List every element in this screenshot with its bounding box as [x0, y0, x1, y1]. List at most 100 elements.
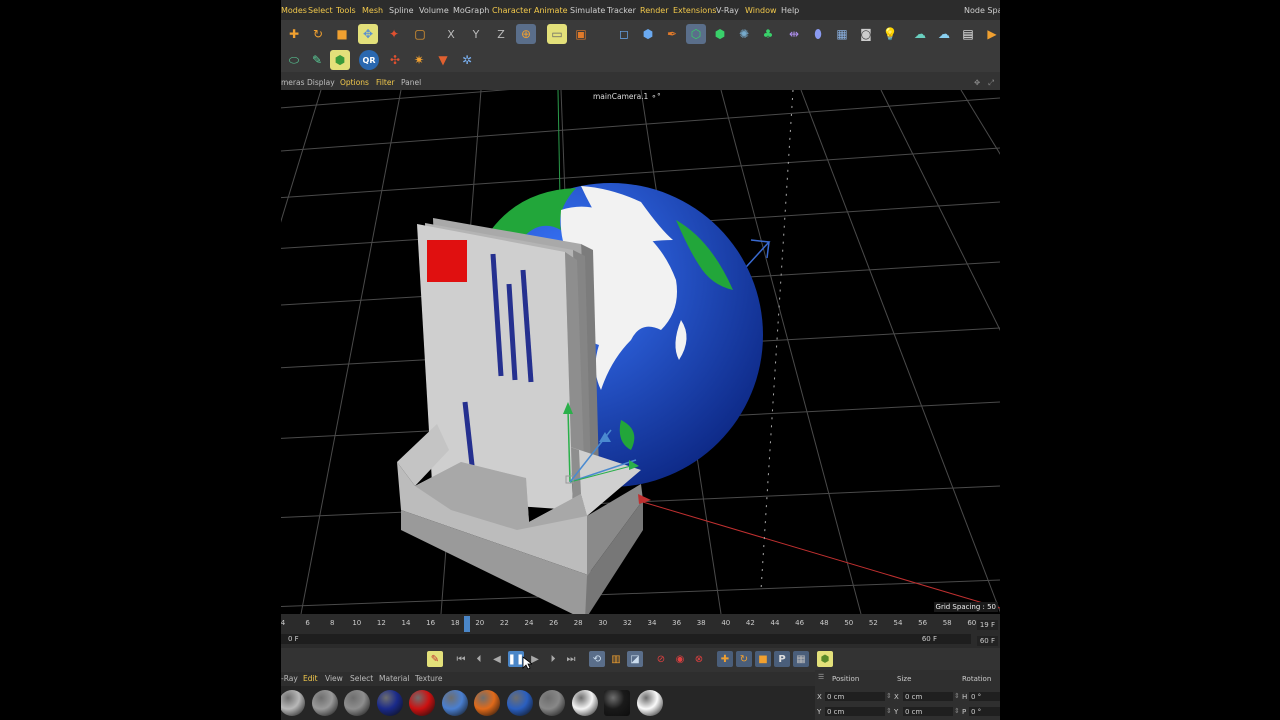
rectangle-spline-icon[interactable]: ⬮ — [808, 24, 828, 44]
prev-frame-icon[interactable]: ◀ — [489, 651, 505, 667]
cloud-icon[interactable]: ☁ — [910, 24, 930, 44]
pen-icon[interactable]: ✒ — [662, 24, 682, 44]
size-x-stepper-icon[interactable]: ⇕ — [954, 692, 960, 700]
keyframe-icon[interactable]: ⊗ — [691, 651, 707, 667]
menu-tracker[interactable]: Tracker — [607, 6, 636, 15]
next-key-icon[interactable]: ⏵ — [545, 651, 561, 667]
autokey-icon[interactable]: ◉ — [672, 651, 688, 667]
camera-icon[interactable]: ◙ — [856, 24, 876, 44]
particles-icon[interactable]: ✣ — [385, 50, 405, 70]
subdivision-icon[interactable]: ⬡ — [686, 24, 706, 44]
material-swatch[interactable] — [571, 690, 598, 716]
move-key-icon[interactable]: ✚ — [717, 651, 733, 667]
viewport-move-icon[interactable]: ✥ — [974, 78, 980, 87]
3d-viewport[interactable]: mainCamera.1 ⚬° Grid Spacing : 50 — [281, 90, 1000, 614]
material-swatch[interactable] — [441, 690, 468, 716]
material-menu-material[interactable]: Material — [379, 674, 409, 683]
loop-icon[interactable]: ⟲ — [589, 651, 605, 667]
cube-icon[interactable]: ◻ — [614, 24, 634, 44]
material-swatch[interactable] — [344, 690, 370, 716]
material-menu-edit[interactable]: Edit — [303, 674, 318, 683]
render-view-icon[interactable]: ▣ — [571, 24, 591, 44]
material-tag-icon[interactable]: ⬢ — [330, 50, 350, 70]
primitive-icon[interactable]: ⬢ — [638, 24, 658, 44]
menu-window[interactable]: Window — [745, 6, 777, 15]
y-axis-lock-icon[interactable]: Y — [466, 24, 486, 44]
material-swatch[interactable] — [409, 690, 435, 716]
play-render-icon[interactable]: ▶ — [982, 24, 1000, 44]
material-swatch[interactable] — [636, 690, 663, 716]
scale-key-icon[interactable]: ■ — [755, 651, 771, 667]
playhead[interactable] — [464, 616, 470, 632]
boole-icon[interactable]: ♣ — [758, 24, 778, 44]
viewport-menu-options[interactable]: Options — [340, 78, 369, 87]
pos-y-stepper-icon[interactable]: ⇕ — [886, 707, 892, 715]
qr-icon[interactable]: QR — [359, 50, 379, 70]
range-start-field[interactable]: 0 F — [288, 635, 299, 643]
timeline[interactable]: 4 6 8 10 12 14 16 18 20 22 24 26 28 30 32 34 36 38 40 42 44 4… — [281, 614, 1000, 648]
tweak-icon[interactable]: ✦ — [384, 24, 404, 44]
pos-x-stepper-icon[interactable]: ⇕ — [886, 692, 892, 700]
menu-simulate[interactable]: Simulate — [570, 6, 605, 15]
go-start-icon[interactable]: ⏮ — [453, 651, 469, 667]
x-axis-lock-icon[interactable]: X — [441, 24, 461, 44]
viewport-menu-display[interactable]: Display — [307, 78, 335, 87]
range-bar[interactable]: 0 F 60 F — [281, 634, 971, 644]
menu-help[interactable]: Help — [781, 6, 799, 15]
prev-key-icon[interactable]: ⏴ — [471, 651, 487, 667]
panel-menu-icon[interactable]: ☰ — [818, 673, 824, 681]
emitter-icon[interactable]: ✷ — [409, 50, 429, 70]
record-icon[interactable]: ⊘ — [653, 651, 669, 667]
menu-mograph[interactable]: MoGraph — [453, 6, 489, 15]
camera-label[interactable]: mainCamera.1 ⚬° — [593, 92, 661, 101]
menu-animate[interactable]: Animate — [534, 6, 568, 15]
paint-icon[interactable]: ✎ — [307, 50, 327, 70]
menu-spline[interactable]: Spline — [389, 6, 414, 15]
material-swatch[interactable] — [604, 690, 630, 716]
timeline-icon[interactable]: ▥ — [608, 651, 624, 667]
menu-render[interactable]: Render — [640, 6, 668, 15]
vray-icon[interactable]: ✲ — [457, 50, 477, 70]
menu-tools[interactable]: Tools — [336, 6, 356, 15]
viewport-maximize-icon[interactable]: ⤢ — [988, 78, 994, 88]
menu-character[interactable]: Character — [492, 6, 532, 15]
clapper-icon[interactable]: ▤ — [958, 24, 978, 44]
menu-mesh[interactable]: Mesh — [362, 6, 383, 15]
material-swatch[interactable] — [474, 690, 500, 716]
material-menu-view[interactable]: View — [325, 674, 343, 683]
viewport-menu-filter[interactable]: Filter — [376, 78, 395, 87]
range-end-field[interactable]: 60 F — [922, 635, 937, 643]
extrude-icon[interactable]: ⬢ — [710, 24, 730, 44]
menu-extensions[interactable]: Extensions — [673, 6, 716, 15]
current-frame-field[interactable]: 19 F — [976, 620, 998, 630]
menu-vray[interactable]: V-Ray — [716, 6, 739, 15]
capsule-icon[interactable]: ⬭ — [284, 50, 304, 70]
cloner-icon[interactable]: ✺ — [734, 24, 754, 44]
size-y-stepper-icon[interactable]: ⇕ — [954, 707, 960, 715]
scale-icon[interactable]: ■ — [332, 24, 352, 44]
viewport-menu-panel[interactable]: Panel — [401, 78, 421, 87]
material-menu-vray[interactable]: -Ray — [281, 674, 298, 683]
node-space-label[interactable]: Node Spac — [964, 6, 1000, 15]
rotate-key-icon[interactable]: ↻ — [736, 651, 752, 667]
bend-icon[interactable]: ⇹ — [784, 24, 804, 44]
motion-system-icon[interactable]: ⬢ — [817, 651, 833, 667]
rotate-icon[interactable]: ↻ — [308, 24, 328, 44]
rectangle-select-icon[interactable]: ▢ — [410, 24, 430, 44]
timeline-ruler[interactable]: 4 6 8 10 12 14 16 18 20 22 24 26 28 30 32 34 36 38 40 42 44 4… — [281, 616, 981, 632]
menu-select[interactable]: Select — [308, 6, 333, 15]
material-menu-texture[interactable]: Texture — [415, 674, 442, 683]
render-region-icon[interactable]: ▭ — [547, 24, 567, 44]
viewport-menu-cameras[interactable]: meras — [281, 78, 305, 87]
material-swatch[interactable] — [376, 690, 403, 716]
live-select-icon[interactable]: ✥ — [358, 24, 378, 44]
material-swatch[interactable] — [539, 690, 565, 716]
force-icon[interactable]: ▼ — [433, 50, 453, 70]
menu-volume[interactable]: Volume — [419, 6, 449, 15]
material-swatch[interactable] — [311, 690, 338, 716]
light-icon[interactable]: 💡 — [880, 24, 900, 44]
material-swatch[interactable] — [281, 690, 305, 716]
key-icon[interactable]: ✎ — [427, 651, 443, 667]
z-axis-lock-icon[interactable]: Z — [491, 24, 511, 44]
material-swatch[interactable] — [506, 690, 533, 716]
